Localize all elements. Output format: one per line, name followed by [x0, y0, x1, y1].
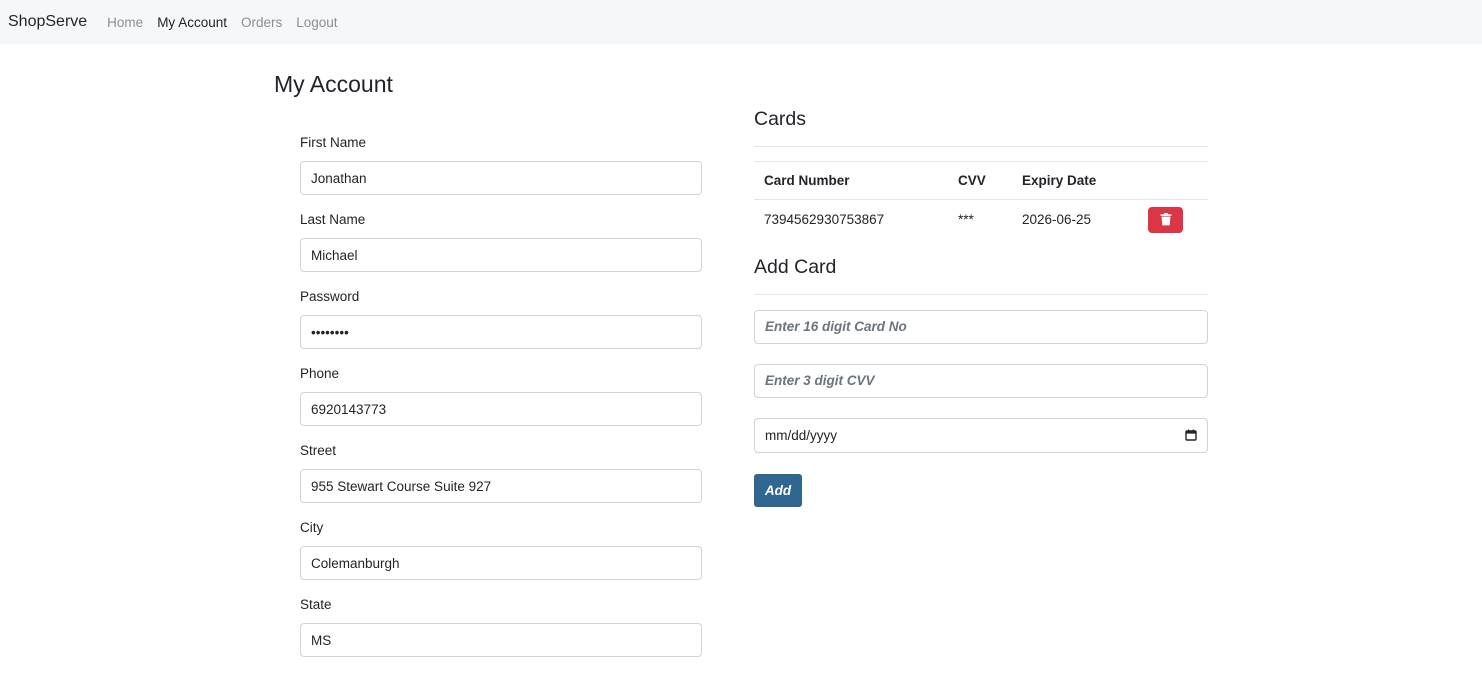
cards-panel: Cards Card Number CVV Expiry Date 739456… [754, 106, 1208, 507]
street-label: Street [300, 443, 337, 458]
trash-icon [1160, 213, 1172, 226]
cards-divider [754, 146, 1208, 147]
date-placeholder: mm/dd/yyyy [765, 427, 838, 443]
page-title: My Account [274, 71, 393, 97]
cvv-cell: *** [958, 212, 974, 228]
cards-title: Cards [754, 108, 807, 130]
password-label: Password [300, 289, 360, 304]
last-name-group: Last Name [300, 211, 702, 272]
street-group: Street [300, 442, 702, 503]
expiry-date-input[interactable]: mm/dd/yyyy [754, 417, 1208, 453]
calendar-icon[interactable] [1185, 429, 1197, 441]
add-card-divider [754, 293, 1208, 295]
cvv-header: CVV [948, 161, 1012, 200]
state-group: State [300, 596, 702, 657]
phone-input[interactable] [300, 392, 702, 426]
navbar: ShopServe Home My Account Orders Logout [0, 0, 1482, 44]
password-group: Password [300, 288, 702, 349]
first-name-input[interactable] [300, 161, 702, 195]
last-name-input[interactable] [300, 238, 702, 272]
phone-label: Phone [300, 366, 340, 381]
last-name-label: Last Name [300, 212, 366, 227]
phone-group: Phone [300, 365, 702, 426]
cards-header-row: Card Number CVV Expiry Date [754, 161, 1208, 200]
table-row: 7394562930753867 *** 2026-06-25 [754, 200, 1208, 240]
action-header [1138, 161, 1208, 200]
card-number-header: Card Number [754, 161, 948, 200]
delete-card-button[interactable] [1148, 206, 1183, 233]
expiry-cell: 2026-06-25 [1022, 212, 1092, 228]
state-input[interactable] [300, 623, 702, 657]
nav-link-logout[interactable]: Logout [296, 15, 337, 30]
first-name-label: First Name [300, 135, 367, 150]
city-input[interactable] [300, 546, 702, 580]
add-card-title: Add Card [754, 255, 837, 278]
street-input[interactable] [300, 469, 702, 503]
brand-link[interactable]: ShopServe [8, 13, 87, 31]
cards-table: Card Number CVV Expiry Date 739456293075… [754, 161, 1208, 240]
card-number-cell: 7394562930753867 [764, 212, 885, 228]
action-cell [1138, 200, 1208, 240]
nav-link-home[interactable]: Home [107, 15, 143, 30]
first-name-group: First Name [300, 134, 702, 195]
nav-link-orders[interactable]: Orders [241, 15, 282, 30]
nav-link-my-account[interactable]: My Account [157, 15, 227, 30]
cvv-input[interactable] [754, 363, 1208, 398]
expiry-header: Expiry Date [1012, 161, 1138, 200]
city-group: City [300, 519, 702, 580]
card-number-input[interactable] [754, 309, 1208, 344]
city-label: City [300, 520, 324, 535]
password-input[interactable] [300, 315, 702, 349]
add-card-button[interactable]: Add [754, 473, 802, 507]
account-form: First Name Last Name Password Phone Stre… [300, 134, 702, 673]
state-label: State [300, 597, 332, 612]
